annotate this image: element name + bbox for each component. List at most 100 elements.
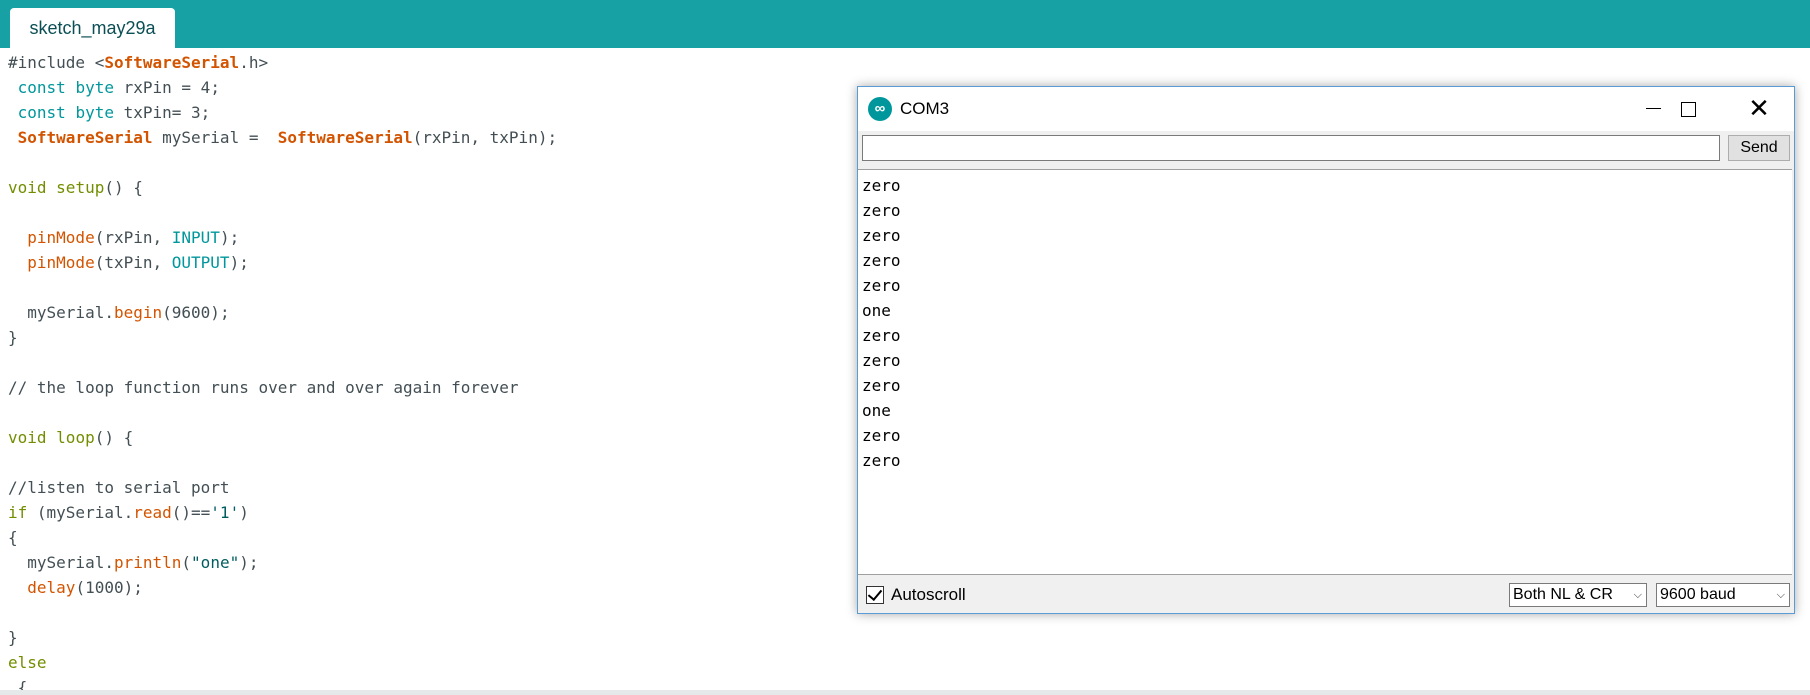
tab-sketch[interactable]: sketch_may29a bbox=[10, 8, 175, 48]
code-token: { bbox=[8, 528, 18, 547]
code-token: () { bbox=[94, 428, 134, 447]
send-button[interactable]: Send bbox=[1728, 135, 1790, 161]
chevron-down-icon: ⌵ bbox=[1776, 588, 1785, 601]
editor-bottom-border bbox=[0, 690, 1810, 695]
autoscroll-label: Autoscroll bbox=[891, 585, 966, 604]
window-titlebar[interactable]: ∞ COM3 ✕ bbox=[858, 87, 1794, 131]
code-token: #include < bbox=[8, 53, 105, 72]
code-token: () { bbox=[104, 178, 143, 197]
output-line: one bbox=[862, 401, 891, 420]
code-token: delay bbox=[27, 578, 76, 597]
code-token: SoftwareSerial bbox=[104, 53, 240, 72]
check-icon bbox=[867, 585, 883, 602]
close-button[interactable]: ✕ bbox=[1724, 87, 1794, 131]
code-token: // the loop function runs over and over … bbox=[8, 378, 519, 397]
code-token: { bbox=[8, 678, 28, 690]
code-token: mySerial = bbox=[152, 128, 278, 147]
code-token: //listen to serial port bbox=[8, 478, 230, 497]
monitor-statusbar: Autoscroll Both NL & CR ⌵ 9600 baud ⌵ bbox=[858, 577, 1794, 613]
autoscroll-checkbox[interactable] bbox=[866, 585, 884, 604]
code-token: void bbox=[8, 428, 47, 447]
code-token: ()== bbox=[171, 503, 211, 522]
output-line: one bbox=[862, 301, 891, 320]
code-token: pinMode bbox=[27, 228, 95, 247]
output-line: zero bbox=[862, 451, 901, 470]
serial-input[interactable] bbox=[862, 135, 1720, 161]
serial-output[interactable]: zero zero zero zero zero one zero zero zero one ze… bbox=[858, 169, 1792, 575]
code-token: (rxPin, txPin); bbox=[412, 128, 558, 147]
output-line: zero bbox=[862, 226, 901, 245]
chevron-down-icon: ⌵ bbox=[1633, 588, 1642, 601]
code-token: (1000); bbox=[75, 578, 143, 597]
close-icon: ✕ bbox=[1748, 94, 1770, 124]
code-token: if bbox=[8, 503, 28, 522]
code-token: INPUT bbox=[171, 228, 220, 247]
code-token: rxPin = 4; bbox=[113, 78, 220, 97]
code-token: (9600); bbox=[162, 303, 230, 322]
code-token: setup bbox=[56, 178, 105, 197]
code-token: ); bbox=[219, 228, 240, 247]
code-token: ); bbox=[239, 553, 259, 572]
code-token: } bbox=[8, 628, 18, 647]
code-token: .h> bbox=[239, 53, 269, 72]
arduino-logo-icon: ∞ bbox=[868, 97, 892, 121]
code-token: mySerial. bbox=[8, 303, 114, 322]
code-line[interactable]: else bbox=[8, 650, 1810, 675]
output-line: zero bbox=[862, 426, 901, 445]
code-token: txPin= 3; bbox=[113, 103, 211, 122]
output-line: zero bbox=[862, 351, 901, 370]
code-token: '1' bbox=[210, 503, 240, 522]
output-line: zero bbox=[862, 326, 901, 345]
baud-rate-select[interactable]: 9600 baud ⌵ bbox=[1656, 583, 1790, 607]
code-token: else bbox=[8, 653, 47, 672]
code-token: OUTPUT bbox=[171, 253, 230, 272]
autoscroll-toggle[interactable]: Autoscroll bbox=[866, 583, 966, 607]
code-token: SoftwareSerial bbox=[17, 128, 153, 147]
line-ending-select[interactable]: Both NL & CR ⌵ bbox=[1509, 583, 1647, 607]
ide-toolbar: sketch_may29a bbox=[0, 0, 1810, 48]
code-token: byte bbox=[75, 78, 114, 97]
code-token: "one" bbox=[191, 553, 240, 572]
code-token: read bbox=[133, 503, 172, 522]
baud-rate-value: 9600 baud bbox=[1660, 586, 1736, 603]
code-token: const bbox=[17, 78, 66, 97]
output-lines: zero zero zero zero zero one zero zero zero one ze… bbox=[858, 170, 1792, 473]
code-line[interactable]: } bbox=[8, 625, 1810, 650]
code-token: begin bbox=[113, 303, 163, 322]
code-token: (mySerial. bbox=[27, 503, 134, 522]
code-token: byte bbox=[75, 103, 114, 122]
code-token: (txPin, bbox=[94, 253, 172, 272]
code-token: pinMode bbox=[27, 253, 95, 272]
code-token: void bbox=[8, 178, 47, 197]
code-line[interactable]: #include <SoftwareSerial.h> bbox=[8, 50, 1810, 75]
window-title: COM3 bbox=[900, 99, 950, 118]
send-row: Send bbox=[862, 135, 1790, 165]
line-ending-value: Both NL & CR bbox=[1513, 586, 1613, 603]
output-line: zero bbox=[862, 376, 901, 395]
code-token: ) bbox=[239, 503, 249, 522]
code-token: SoftwareSerial bbox=[277, 128, 413, 147]
code-token: ); bbox=[229, 253, 249, 272]
output-line: zero bbox=[862, 201, 901, 220]
code-line[interactable]: { bbox=[8, 675, 1810, 690]
code-token: const bbox=[17, 103, 66, 122]
maximize-button[interactable] bbox=[1653, 87, 1723, 131]
code-token: ( bbox=[181, 553, 192, 572]
code-token: (rxPin, bbox=[94, 228, 172, 247]
code-token: mySerial. bbox=[8, 553, 114, 572]
code-token: println bbox=[113, 553, 182, 572]
output-line: zero bbox=[862, 176, 901, 195]
code-token: } bbox=[8, 328, 18, 347]
maximize-icon bbox=[1681, 102, 1696, 117]
serial-monitor-window: ∞ COM3 ✕ Send zero zero zero zero zero one zer… bbox=[857, 86, 1795, 614]
output-line: zero bbox=[862, 251, 901, 270]
